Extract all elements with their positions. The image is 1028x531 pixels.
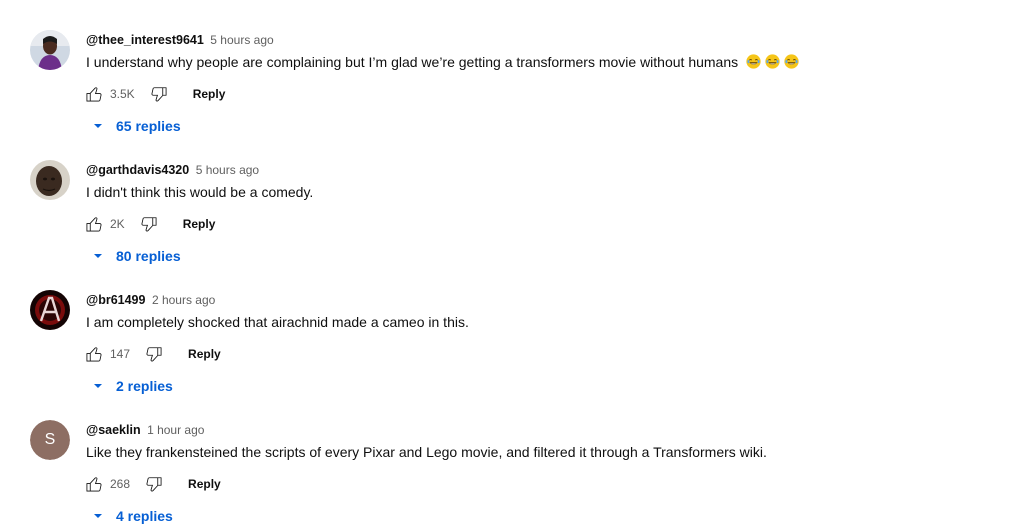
dislike-button[interactable] bbox=[144, 344, 164, 364]
chevron-down-icon bbox=[90, 378, 106, 394]
author-name[interactable]: @thee_interest9641 bbox=[86, 33, 204, 47]
avatar[interactable]: S bbox=[30, 420, 70, 460]
author-name[interactable]: @saeklin bbox=[86, 423, 141, 437]
chevron-down-icon bbox=[90, 118, 106, 134]
comment-header: @garthdavis4320 5 hours ago bbox=[86, 162, 259, 178]
comment-text-content: I am completely shocked that airachnid m… bbox=[86, 314, 469, 330]
timestamp[interactable]: 2 hours ago bbox=[152, 293, 215, 307]
comment-text-content: Like they frankensteined the scripts of … bbox=[86, 444, 767, 460]
chevron-down-icon bbox=[90, 508, 106, 524]
like-button[interactable] bbox=[84, 344, 104, 364]
laughing-emoji-icon bbox=[746, 54, 761, 69]
like-button[interactable] bbox=[84, 474, 104, 494]
comment-text: Like they frankensteined the scripts of … bbox=[86, 443, 767, 461]
thumbs-up-icon bbox=[84, 84, 104, 104]
replies-count: 80 replies bbox=[116, 248, 181, 264]
view-replies-button[interactable]: 2 replies bbox=[90, 376, 173, 396]
view-replies-button[interactable]: 65 replies bbox=[90, 116, 181, 136]
avatar[interactable] bbox=[30, 290, 70, 330]
chevron-down-icon bbox=[90, 248, 106, 264]
comment-thread: @thee_interest9641 5 hours ago I underst… bbox=[0, 7, 1028, 137]
reply-button[interactable]: Reply bbox=[183, 217, 216, 231]
comment-thread: @br61499 2 hours ago I am completely sho… bbox=[0, 267, 1028, 397]
dislike-button[interactable] bbox=[139, 214, 159, 234]
author-name[interactable]: @garthdavis4320 bbox=[86, 163, 189, 177]
replies-count: 4 replies bbox=[116, 508, 173, 524]
thumbs-up-icon bbox=[84, 474, 104, 494]
replies-count: 65 replies bbox=[116, 118, 181, 134]
laughing-emoji-icon bbox=[784, 54, 799, 69]
reply-button[interactable]: Reply bbox=[193, 87, 226, 101]
like-count: 3.5K bbox=[110, 87, 135, 101]
comment-thread: @garthdavis4320 5 hours ago I didn't thi… bbox=[0, 137, 1028, 267]
comment-header: @saeklin 1 hour ago bbox=[86, 422, 204, 438]
laughing-emoji-icon bbox=[765, 54, 780, 69]
timestamp[interactable]: 5 hours ago bbox=[196, 163, 259, 177]
thumbs-up-icon bbox=[84, 214, 104, 234]
comment-actions: 147 Reply bbox=[84, 342, 221, 366]
comment-actions: 3.5K Reply bbox=[84, 82, 225, 106]
comment-text: I am completely shocked that airachnid m… bbox=[86, 313, 469, 331]
comment-thread: S @saeklin 1 hour ago Like they frankens… bbox=[0, 397, 1028, 527]
author-name[interactable]: @br61499 bbox=[86, 293, 145, 307]
view-replies-button[interactable]: 80 replies bbox=[90, 246, 181, 266]
dislike-button[interactable] bbox=[149, 84, 169, 104]
comment-text-content: I understand why people are complaining … bbox=[86, 54, 739, 70]
replies-count: 2 replies bbox=[116, 378, 173, 394]
dislike-button[interactable] bbox=[144, 474, 164, 494]
comment-text-content: I didn't think this would be a comedy. bbox=[86, 184, 314, 200]
avatar[interactable] bbox=[30, 30, 70, 70]
thumbs-up-icon bbox=[84, 344, 104, 364]
thumbs-down-icon bbox=[139, 214, 159, 234]
comment-text: I understand why people are complaining … bbox=[86, 53, 799, 71]
timestamp[interactable]: 5 hours ago bbox=[210, 33, 273, 47]
like-count: 147 bbox=[110, 347, 131, 361]
reply-button[interactable]: Reply bbox=[188, 347, 221, 361]
comment-actions: 268 Reply bbox=[84, 472, 221, 496]
like-button[interactable] bbox=[84, 214, 104, 234]
view-replies-button[interactable]: 4 replies bbox=[90, 506, 173, 526]
comment-header: @thee_interest9641 5 hours ago bbox=[86, 32, 274, 48]
thumbs-down-icon bbox=[144, 344, 164, 364]
like-button[interactable] bbox=[84, 84, 104, 104]
like-count: 2K bbox=[110, 217, 125, 231]
timestamp[interactable]: 1 hour ago bbox=[147, 423, 204, 437]
comment-header: @br61499 2 hours ago bbox=[86, 292, 215, 308]
comment-text: I didn't think this would be a comedy. bbox=[86, 183, 313, 201]
avatar-letter: S bbox=[30, 420, 70, 460]
reply-button[interactable]: Reply bbox=[188, 477, 221, 491]
like-count: 268 bbox=[110, 477, 131, 491]
thumbs-down-icon bbox=[149, 84, 169, 104]
comment-actions: 2K Reply bbox=[84, 212, 215, 236]
avatar[interactable] bbox=[30, 160, 70, 200]
thumbs-down-icon bbox=[144, 474, 164, 494]
